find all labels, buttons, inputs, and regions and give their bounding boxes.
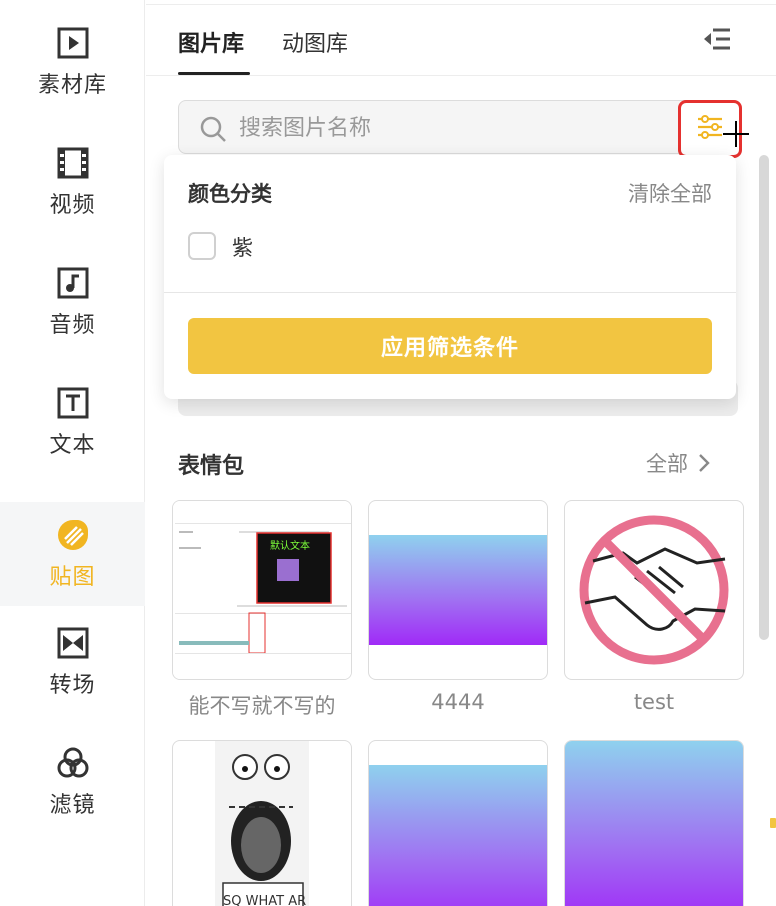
sticker-card[interactable]	[564, 740, 744, 906]
search-box	[178, 100, 738, 154]
sidebar-item-label: 贴图	[49, 565, 96, 590]
tab-image-library[interactable]: 图片库	[178, 26, 244, 58]
thumb-overlay-text: 默认文本	[270, 539, 310, 552]
chevron-right-icon	[698, 453, 710, 473]
clear-all-button[interactable]: 清除全部	[628, 178, 712, 208]
sticker-card[interactable]: SQ WHAT AR	[172, 740, 352, 906]
sticker-card[interactable]	[368, 740, 548, 906]
sidebar-item-sticker[interactable]: 贴图	[0, 502, 145, 606]
sidebar-item-label: 转场	[49, 673, 96, 698]
no-handshake-icon	[579, 515, 729, 665]
sticker-icon	[55, 517, 91, 553]
transition-icon	[55, 625, 91, 661]
card-caption: 能不写就不写的	[188, 694, 336, 718]
card-caption: 4444	[431, 690, 485, 714]
sidebar-item-label: 视频	[49, 193, 96, 218]
checkbox-label: 紫	[232, 236, 253, 260]
tab-bar: 图片库 动图库	[146, 0, 776, 76]
section-title: 表情包	[178, 454, 245, 479]
search-input[interactable]	[239, 113, 679, 143]
sidebar-item-label: 音频	[49, 313, 96, 338]
sketch-caption-text: SQ WHAT AR	[223, 894, 306, 906]
purple-checkbox[interactable]	[188, 232, 216, 260]
view-all-label: 全部	[646, 452, 688, 476]
sidebar-item-audio[interactable]: 音频	[0, 250, 145, 354]
gradient-thumb	[369, 765, 547, 906]
gradient-thumb	[565, 741, 743, 906]
sidebar-item-filter[interactable]: 滤镜	[0, 730, 145, 834]
collapse-panel-icon[interactable]	[702, 26, 732, 52]
sidebar-item-label: 素材库	[37, 73, 107, 98]
text-t-icon	[55, 385, 91, 421]
sidebar-item-materials[interactable]: 素材库	[0, 10, 145, 114]
screaming-sketch-thumb: SQ WHAT AR	[215, 741, 309, 906]
divider	[164, 292, 736, 293]
apply-filter-button[interactable]: 应用筛选条件	[188, 318, 712, 374]
editor-screenshot-thumb: 默认文本	[173, 501, 351, 679]
sticker-card[interactable]	[368, 500, 548, 680]
sidebar-item-text[interactable]: 文本	[0, 370, 145, 474]
sidebar-item-label: 文本	[49, 433, 96, 458]
edge-marker	[770, 818, 776, 828]
search-icon	[199, 115, 227, 147]
card-caption: test	[633, 690, 675, 714]
filter-button[interactable]	[678, 100, 742, 158]
active-tab-indicator	[178, 72, 250, 75]
film-icon	[55, 145, 91, 181]
filter-title: 颜色分类	[188, 182, 272, 206]
play-square-icon	[55, 25, 91, 61]
color-filter-dropdown: 颜色分类 清除全部 紫 应用筛选条件	[164, 155, 736, 399]
sidebar-item-video[interactable]: 视频	[0, 130, 145, 234]
tab-gif-library[interactable]: 动图库	[282, 26, 348, 58]
filter-circles-icon	[55, 745, 91, 781]
sidebar-item-transition[interactable]: 转场	[0, 610, 145, 714]
sticker-card[interactable]: 默认文本	[172, 500, 352, 680]
sliders-icon	[695, 112, 725, 146]
gradient-thumb	[369, 535, 547, 645]
sidebar-item-label: 滤镜	[49, 793, 96, 818]
scrollbar[interactable]	[759, 155, 769, 640]
left-sidebar: 素材库 视频 音频 文本 贴图 转场 滤镜	[0, 0, 145, 906]
music-note-icon	[55, 265, 91, 301]
image-library-panel: 图片库 动图库 颜色分类 清除全部 紫 应用筛选条件 表情包 全部	[146, 0, 776, 906]
sticker-card[interactable]	[564, 500, 744, 680]
view-all-link[interactable]: 全部	[646, 448, 710, 478]
